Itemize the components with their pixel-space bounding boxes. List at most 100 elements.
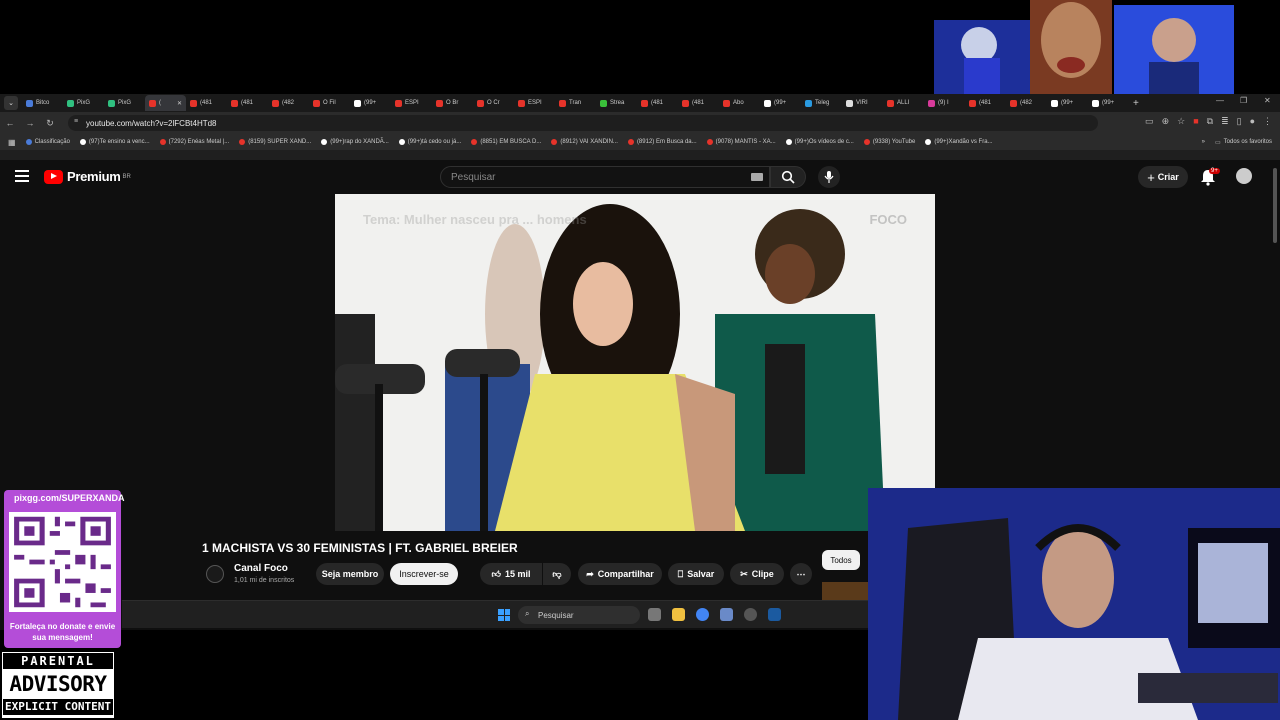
browser-tab[interactable]: (99+ xyxy=(1088,95,1129,111)
bookmark-item[interactable]: (8912) VAI XANDIN... xyxy=(551,139,618,145)
recommended-thumbnail[interactable] xyxy=(822,582,868,602)
forward-icon[interactable]: → xyxy=(20,118,40,128)
browser-tab[interactable]: PixG xyxy=(104,95,145,111)
sidebar-icon[interactable]: ▯ xyxy=(1237,116,1242,127)
bookmark-item[interactable]: (99+)rap do XANDÃ... xyxy=(321,139,389,145)
subscribe-button[interactable]: Inscrever-se xyxy=(390,563,458,585)
reload-icon[interactable]: ↻ xyxy=(40,118,60,129)
browser-tab[interactable]: PixG xyxy=(63,95,104,111)
taskbar-search-input[interactable]: ⌕ Pesquisar xyxy=(518,606,640,624)
more-horizontal-icon: ⋯ xyxy=(796,568,806,579)
task-view-icon[interactable] xyxy=(648,608,661,621)
tab-strip: ⌄ Bitco PixG PixG(✕ (481 (481 (482 O Fil (99+ ES… xyxy=(0,94,1280,112)
minimize-icon[interactable]: — xyxy=(1216,96,1224,105)
bookmark-item[interactable]: (97)Te ensino a venc... xyxy=(79,139,150,145)
bookmark-item[interactable]: (7292) Enéas Metal |... xyxy=(159,139,229,145)
bookmark-item[interactable]: (99+)Xandão vs Fra... xyxy=(925,139,993,145)
bookmark-item[interactable]: (8912) Em Busca da... xyxy=(627,139,697,145)
search-input[interactable]: Pesquisar xyxy=(440,166,770,188)
like-button[interactable]: 👍︎ 15 mil xyxy=(480,563,542,585)
extension-icon[interactable]: ■ xyxy=(1193,116,1198,127)
media-icon[interactable]: ≣ xyxy=(1221,116,1229,127)
close-window-icon[interactable]: ✕ xyxy=(1264,96,1271,105)
share-button[interactable]: ➦ Compartilhar xyxy=(578,563,662,585)
browser-tab[interactable]: Abo xyxy=(719,95,760,111)
channel-avatar[interactable] xyxy=(206,565,224,583)
browser-tab[interactable]: (481 xyxy=(678,95,719,111)
video-player[interactable]: Tema: Mulher nasceu pra ... homens FOCO xyxy=(335,194,935,531)
back-icon[interactable]: ← xyxy=(0,118,20,128)
chrome-icon[interactable] xyxy=(696,608,709,621)
steam-icon[interactable] xyxy=(768,608,781,621)
tab-list-button[interactable]: ⌄ xyxy=(4,96,18,110)
site-info-icon[interactable]: ≡ xyxy=(74,118,78,125)
browser-tab[interactable]: VIRI xyxy=(842,95,883,111)
file-explorer-icon[interactable] xyxy=(672,608,685,621)
browser-tab[interactable]: Teleg xyxy=(801,95,842,111)
bookmark-item[interactable]: (9338) YouTube xyxy=(863,139,915,145)
bookmark-item[interactable]: (99+)Os vídeos de c... xyxy=(785,139,854,145)
bookmark-favicon-icon xyxy=(159,139,166,145)
page-scrollbar[interactable] xyxy=(1273,168,1277,243)
browser-tab[interactable]: (481 xyxy=(227,95,268,111)
apps-grid-icon[interactable]: ▦ xyxy=(8,138,16,147)
voice-search-button[interactable] xyxy=(818,166,840,188)
zoom-icon[interactable]: ⊕ xyxy=(1162,116,1170,127)
browser-tab[interactable]: (9) I xyxy=(924,95,965,111)
save-button[interactable]: ⎕ Salvar xyxy=(668,563,724,585)
browser-tab[interactable]: Tran xyxy=(555,95,596,111)
channel-name[interactable]: Canal Foco xyxy=(234,563,288,574)
browser-tab[interactable]: (99+ xyxy=(1047,95,1088,111)
profile-icon[interactable]: ● xyxy=(1250,116,1255,127)
bookmark-star-icon[interactable]: ☆ xyxy=(1177,116,1185,127)
join-member-button[interactable]: Seja membro xyxy=(316,563,384,585)
bookmark-item[interactable]: (9078) MANTIS - XA... xyxy=(706,139,776,145)
create-button[interactable]: + Criar xyxy=(1138,166,1188,188)
keyboard-icon[interactable] xyxy=(751,173,763,181)
clip-button[interactable]: ✂ Clipe xyxy=(730,563,784,585)
settings-gear-icon[interactable] xyxy=(720,608,733,621)
tab-favicon-icon xyxy=(846,99,853,107)
more-actions-button[interactable]: ⋯ xyxy=(790,563,812,585)
maximize-icon[interactable]: ❐ xyxy=(1240,96,1247,105)
bookmark-item[interactable]: (8159) SUPER XAND... xyxy=(239,139,311,145)
browser-tab[interactable]: (482 xyxy=(268,95,309,111)
new-tab-button[interactable]: + xyxy=(1133,98,1139,109)
url-field[interactable]: ≡ youtube.com/watch?v=2lFCBt4HTd8 xyxy=(68,115,1098,131)
browser-tab[interactable]: (482 xyxy=(1006,95,1047,111)
donate-qr-panel: pixgg.com/SUPERXANDA Fortaleça no donate… xyxy=(4,490,125,648)
browser-tab[interactable]: (481 xyxy=(186,95,227,111)
bookmarks-overflow-icon[interactable]: » xyxy=(1202,139,1205,145)
browser-tab[interactable]: Strea xyxy=(596,95,637,111)
all-favorites-folder[interactable]: ▭ Todos os favoritos xyxy=(1215,139,1272,146)
browser-tab[interactable]: O Br xyxy=(432,95,473,111)
browser-tab[interactable]: O Fil xyxy=(309,95,350,111)
dislike-button[interactable]: 👎︎ xyxy=(543,563,571,585)
more-menu-icon[interactable]: ⋮ xyxy=(1263,116,1272,127)
close-tab-icon[interactable]: ✕ xyxy=(177,100,182,107)
filter-chip-all[interactable]: Todos xyxy=(822,550,860,570)
bookmark-item[interactable]: (8851) EM BUSCA D... xyxy=(471,139,541,145)
user-avatar[interactable] xyxy=(1236,168,1252,184)
browser-tab[interactable]: (✕ xyxy=(145,95,186,111)
bookmark-item[interactable]: (99+)tá cedo ou já... xyxy=(398,139,461,145)
extensions-puzzle-icon[interactable]: ⧉ xyxy=(1207,116,1213,127)
youtube-premium-logo[interactable]: Premium BR xyxy=(44,169,131,184)
cast-icon[interactable]: ▭ xyxy=(1145,116,1154,127)
qr-code xyxy=(9,512,116,612)
search-button[interactable] xyxy=(770,166,806,188)
browser-tab[interactable]: (481 xyxy=(637,95,678,111)
browser-tab[interactable]: ALLI xyxy=(883,95,924,111)
hamburger-menu-icon[interactable] xyxy=(15,170,29,182)
browser-tab[interactable]: (99+ xyxy=(760,95,801,111)
bookmark-item[interactable]: Classificação xyxy=(25,139,70,145)
share-icon: ➦ xyxy=(586,568,594,579)
browser-tab[interactable]: ESPI xyxy=(391,95,432,111)
browser-tab[interactable]: O Cr xyxy=(473,95,514,111)
browser-tab[interactable]: (481 xyxy=(965,95,1006,111)
browser-tab[interactable]: Bitco xyxy=(22,95,63,111)
browser-tab[interactable]: ESPI xyxy=(514,95,555,111)
windows-start-icon[interactable] xyxy=(498,609,510,621)
obs-icon[interactable] xyxy=(744,608,757,621)
browser-tab[interactable]: (99+ xyxy=(350,95,391,111)
